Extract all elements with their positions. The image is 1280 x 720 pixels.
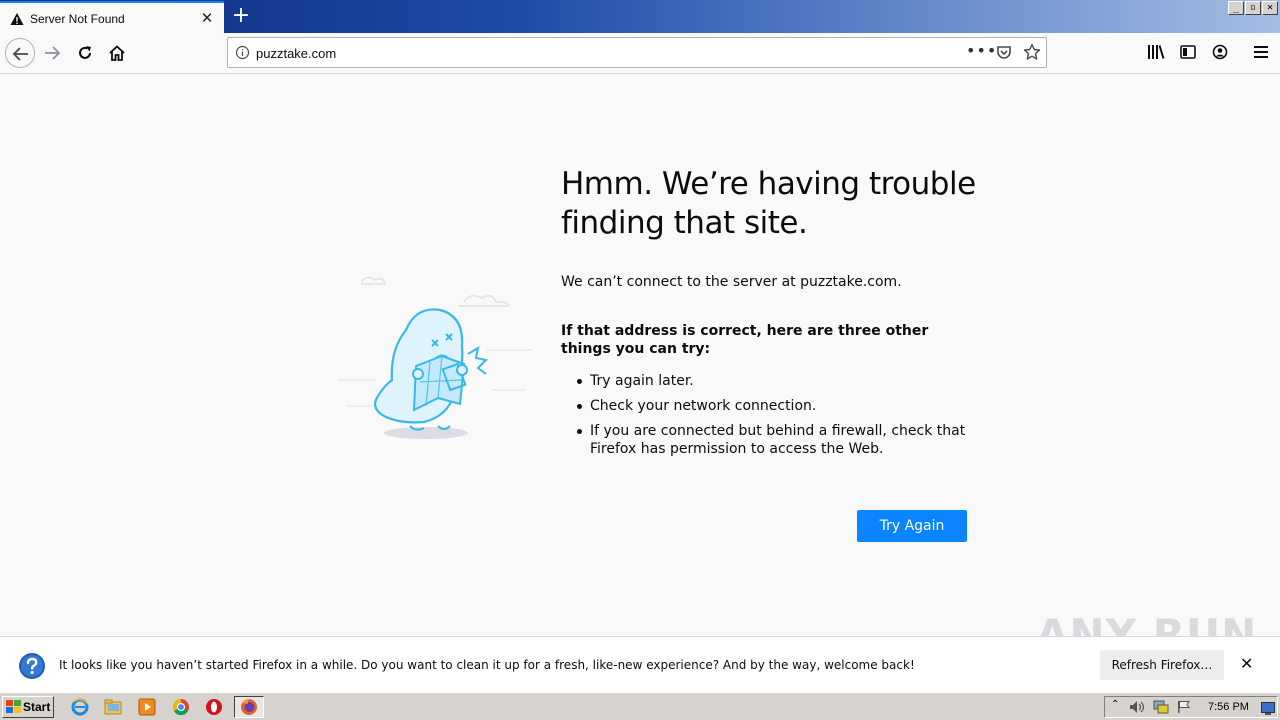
start-button[interactable]: Start xyxy=(2,696,54,718)
question-icon xyxy=(18,652,46,684)
back-arrow-icon xyxy=(12,47,28,61)
reload-icon xyxy=(79,46,91,59)
error-page: Hmm. We’re having trouble finding that s… xyxy=(0,74,1280,636)
site-info-icon[interactable] xyxy=(235,45,250,64)
tab-title: Server Not Found xyxy=(30,12,125,26)
window-controls: _ ▫ ✕ xyxy=(1228,1,1278,15)
refresh-firefox-button[interactable]: Refresh Firefox… xyxy=(1100,650,1224,680)
system-tray: ⌃ xyxy=(1104,696,1278,718)
taskbar: Start ⌃ 7:56 PM xyxy=(0,692,1280,720)
new-tab-button[interactable]: + xyxy=(228,4,254,30)
notification-close-icon[interactable]: ✕ xyxy=(1240,656,1253,672)
start-label: Start xyxy=(23,700,51,714)
forward-arrow-icon xyxy=(45,46,61,60)
bookmark-star-icon[interactable] xyxy=(1023,43,1041,65)
chrome-icon[interactable] xyxy=(172,698,190,716)
windows-flag-icon xyxy=(6,700,21,720)
restore-button[interactable]: ▫ xyxy=(1245,1,1261,15)
url-text[interactable]: puzztake.com xyxy=(256,46,336,61)
home-icon xyxy=(109,45,125,61)
notification-bar: It looks like you haven’t started Firefo… xyxy=(0,636,1280,692)
suggestion-item: Try again later. xyxy=(577,372,967,390)
forward-button[interactable] xyxy=(37,38,67,68)
url-bar[interactable]: puzztake.com ••• xyxy=(227,37,1047,68)
nav-toolbar: puzztake.com ••• xyxy=(0,33,1280,74)
network-icon[interactable] xyxy=(1153,699,1169,718)
internet-explorer-icon[interactable] xyxy=(71,698,89,716)
notification-text: It looks like you haven’t started Firefo… xyxy=(59,658,915,672)
library-icon[interactable] xyxy=(1147,44,1165,64)
firefox-icon xyxy=(240,698,258,716)
page-actions-icon[interactable]: ••• xyxy=(966,41,997,60)
sidebar-icon[interactable] xyxy=(1180,44,1196,64)
suggestions-list: Try again later. Check your network conn… xyxy=(577,372,967,465)
tab-server-not-found[interactable]: Server Not Found ✕ xyxy=(0,1,224,33)
home-button[interactable] xyxy=(102,38,132,68)
suggestions-heading: If that address is correct, here are thr… xyxy=(561,323,929,357)
folder-icon[interactable] xyxy=(104,698,122,716)
error-illustration xyxy=(336,270,536,450)
tab-close-icon[interactable]: ✕ xyxy=(199,10,215,26)
suggestion-item: Check your network connection. xyxy=(577,397,967,415)
volume-icon[interactable] xyxy=(1129,699,1145,718)
try-again-button[interactable]: Try Again xyxy=(857,510,967,542)
error-description: We can’t connect to the server at puzzta… xyxy=(561,274,902,290)
tray-expand-icon[interactable]: ⌃ xyxy=(1111,699,1119,710)
taskbar-clock: 7:56 PM xyxy=(1208,701,1249,713)
warning-icon xyxy=(10,11,24,30)
pocket-icon[interactable] xyxy=(996,45,1012,65)
title-bar: Server Not Found ✕ + _ ▫ ✕ xyxy=(0,0,1280,33)
show-desktop-icon[interactable] xyxy=(1261,700,1275,719)
account-icon[interactable] xyxy=(1212,44,1228,64)
minimize-button[interactable]: _ xyxy=(1228,1,1244,15)
error-title: Hmm. We’re having trouble finding that s… xyxy=(561,166,976,241)
opera-icon[interactable] xyxy=(205,698,223,716)
media-player-icon[interactable] xyxy=(138,698,156,716)
menu-icon[interactable] xyxy=(1254,44,1268,63)
close-window-button[interactable]: ✕ xyxy=(1262,1,1278,15)
suggestion-item: If you are connected but behind a firewa… xyxy=(577,422,967,458)
firefox-taskbar-button[interactable] xyxy=(234,696,264,718)
reload-button[interactable] xyxy=(70,38,100,68)
action-center-flag-icon[interactable] xyxy=(1177,699,1191,718)
back-button[interactable] xyxy=(5,38,35,68)
